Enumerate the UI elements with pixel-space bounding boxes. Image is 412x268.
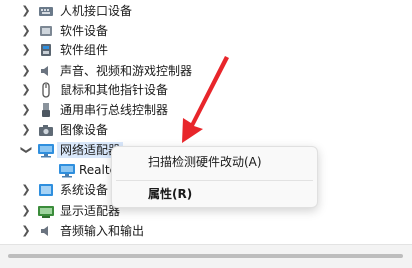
network-adapter-icon [38, 144, 54, 158]
tree-item-label: 音频输入和输出 [60, 224, 145, 238]
usb-icon [42, 103, 50, 117]
tree-item-sound-video-game[interactable]: ❯ 声音、视频和游戏控制器 [0, 61, 412, 81]
chevron-right-icon[interactable]: ❯ [20, 103, 32, 117]
scrollbar-thumb[interactable] [8, 254, 403, 258]
system-device-icon [39, 184, 53, 196]
camera-icon [39, 125, 53, 136]
chevron-right-icon[interactable]: ❯ [20, 64, 32, 78]
scan-hardware-changes-menu-item[interactable]: 扫描检测硬件改动(A) [115, 151, 314, 173]
software-component-icon [41, 44, 51, 56]
menu-item-label: 扫描检测硬件改动(A) [148, 155, 262, 169]
tree-item-imaging[interactable]: ❯ 图像设备 [0, 120, 412, 140]
menu-item-label: 属性(R) [148, 187, 193, 201]
chevron-right-icon[interactable]: ❯ [20, 4, 32, 18]
network-adapter-icon [59, 164, 75, 178]
chevron-right-icon[interactable]: ❯ [20, 183, 32, 197]
tree-item-label: 显示适配器 [60, 204, 121, 218]
tree-item-usb[interactable]: ❯ 通用串行总线控制器 [0, 100, 412, 120]
chevron-right-icon[interactable]: ❯ [20, 224, 32, 238]
chevron-right-icon[interactable]: ❯ [20, 43, 32, 57]
chevron-right-icon[interactable]: ❯ [20, 204, 32, 218]
hid-icon [39, 7, 53, 16]
chevron-right-icon[interactable]: ❯ [20, 24, 32, 38]
tree-item-label: 软件组件 [60, 43, 109, 57]
chevron-right-icon[interactable]: ❯ [20, 123, 32, 137]
speaker-icon [41, 66, 48, 76]
software-device-icon [40, 26, 52, 36]
tree-item-mice[interactable]: ❯ 鼠标和其他指针设备 [0, 80, 412, 100]
chevron-right-icon[interactable]: ❯ [20, 83, 32, 97]
display-adapter-icon [38, 206, 54, 218]
tree-item-label: 图像设备 [60, 123, 109, 137]
horizontal-scrollbar[interactable] [0, 244, 412, 268]
context-menu: 扫描检测硬件改动(A) 属性(R) [111, 146, 318, 208]
speaker-icon [41, 226, 48, 236]
tree-item-label: 软件设备 [60, 24, 109, 38]
tree-item-software-components[interactable]: ❯ 软件组件 [0, 40, 412, 60]
mouse-icon [42, 82, 50, 98]
chevron-down-icon[interactable]: ❯ [19, 144, 33, 156]
tree-item-label: 通用串行总线控制器 [60, 103, 169, 117]
tree-item-label: 人机接口设备 [60, 4, 133, 18]
tree-item-label: 声音、视频和游戏控制器 [60, 64, 193, 78]
tree-item-label: 鼠标和其他指针设备 [60, 83, 169, 97]
properties-menu-item[interactable]: 属性(R) [115, 183, 314, 205]
tree-item-software-devices[interactable]: ❯ 软件设备 [0, 21, 412, 41]
menu-separator [116, 180, 313, 181]
tree-item-label: 系统设备 [60, 183, 109, 197]
tree-item-audio-io[interactable]: ❯ 音频输入和输出 [0, 221, 412, 241]
tree-item-hid[interactable]: ❯ 人机接口设备 [0, 1, 412, 21]
